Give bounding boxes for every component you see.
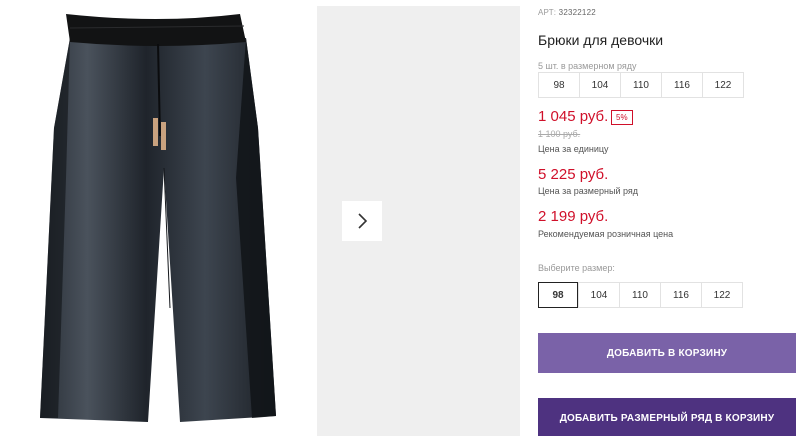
product-title: Брюки для девочки [538, 32, 664, 48]
add-size-row-to-cart-button[interactable]: ДОБАВИТЬ РАЗМЕРНЫЙ РЯД В КОРЗИНУ [538, 398, 796, 436]
size-option-116[interactable]: 116 [660, 282, 702, 308]
size-option-98[interactable]: 98 [538, 282, 578, 308]
size-row-item: 116 [661, 72, 703, 98]
old-price: 1 100 руб. [538, 129, 581, 139]
article-label: АРТ: [538, 8, 557, 17]
add-to-cart-button[interactable]: ДОБАВИТЬ В КОРЗИНУ [538, 333, 796, 373]
retail-price-caption: Рекомендуемая розничная цена [538, 229, 674, 239]
product-gallery [0, 0, 520, 436]
product-image-trousers [18, 8, 303, 436]
size-row-item: 98 [538, 72, 580, 98]
size-row-item: 104 [579, 72, 621, 98]
size-row-list: 98 104 110 116 122 [538, 72, 744, 98]
size-row-item: 122 [702, 72, 744, 98]
row-price-caption: Цена за размерный ряд [538, 186, 639, 196]
size-option-110[interactable]: 110 [619, 282, 661, 308]
row-price: 5 225 руб. [538, 166, 609, 183]
size-option-104[interactable]: 104 [578, 282, 620, 308]
discount-badge: 5% [611, 110, 633, 125]
size-selector: 98 104 110 116 122 [538, 282, 743, 308]
choose-size-label: Выберите размер: [538, 263, 615, 273]
product-info: АРТ: 32322122 Брюки для девочки 5 шт. в … [538, 0, 800, 436]
retail-price: 2 199 руб. [538, 208, 609, 225]
unit-price-caption: Цена за единицу [538, 144, 609, 154]
article-value: 32322122 [558, 8, 596, 17]
article-number: АРТ: 32322122 [538, 8, 596, 17]
unit-price: 1 045 руб. [538, 108, 609, 125]
size-row-item: 110 [620, 72, 662, 98]
gallery-next-button[interactable] [342, 201, 382, 241]
size-option-122[interactable]: 122 [701, 282, 743, 308]
chevron-right-icon [358, 213, 368, 229]
size-row-caption: 5 шт. в размерном ряду [538, 61, 637, 71]
